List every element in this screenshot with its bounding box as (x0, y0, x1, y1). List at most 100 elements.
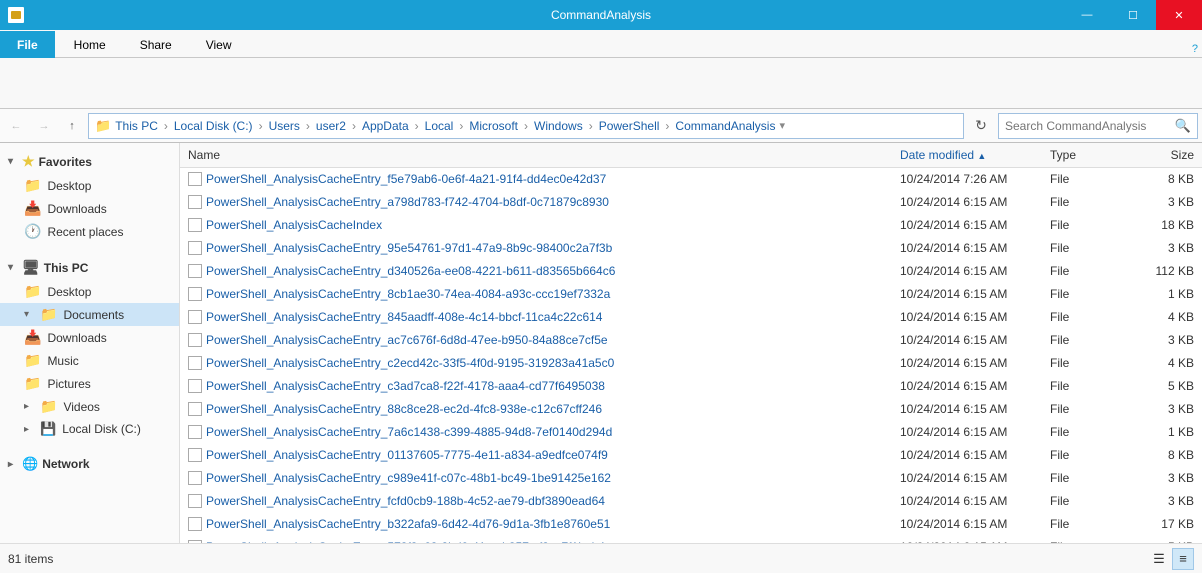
tab-view[interactable]: View (189, 31, 249, 58)
table-row[interactable]: PowerShell_AnalysisCacheIndex 10/24/2014… (180, 214, 1202, 237)
col-header-name[interactable]: Name (180, 145, 892, 165)
file-type: File (1042, 537, 1122, 543)
breadcrumb-users[interactable]: Users (269, 119, 300, 133)
file-icon (188, 195, 202, 209)
sidebar-item-videos[interactable]: 📁 Videos (0, 395, 179, 418)
statusbar: 81 items ☰ ≡ (0, 543, 1202, 573)
file-name: PowerShell_AnalysisCacheEntry_8cb1ae30-7… (180, 284, 892, 304)
file-icon (188, 241, 202, 255)
disk-icon: 💾 (40, 421, 56, 437)
table-row[interactable]: PowerShell_AnalysisCacheEntry_ac7c676f-6… (180, 329, 1202, 352)
table-row[interactable]: PowerShell_AnalysisCacheEntry_7a6c1438-c… (180, 421, 1202, 444)
file-type: File (1042, 468, 1122, 488)
favorites-header[interactable]: ★ Favorites (0, 149, 179, 174)
file-size: 17 KB (1122, 514, 1202, 534)
search-input[interactable] (1005, 119, 1171, 133)
file-type: File (1042, 422, 1122, 442)
breadcrumb-localdisk[interactable]: Local Disk (C:) (174, 119, 253, 133)
file-icon (188, 517, 202, 531)
table-row[interactable]: PowerShell_AnalysisCacheEntry_a798d783-f… (180, 191, 1202, 214)
title-icons (8, 7, 24, 23)
minimize-button[interactable]: — (1064, 0, 1110, 30)
table-row[interactable]: PowerShell_AnalysisCacheEntry_b322afa9-6… (180, 513, 1202, 536)
table-row[interactable]: PowerShell_AnalysisCacheEntry_c2ecd42c-3… (180, 352, 1202, 375)
breadcrumb-local[interactable]: Local (425, 119, 454, 133)
file-name: PowerShell_AnalysisCacheEntry_88c8ce28-e… (180, 399, 892, 419)
table-row[interactable]: PowerShell_AnalysisCacheEntry_573f3a63-8… (180, 536, 1202, 543)
breadcrumb-microsoft[interactable]: Microsoft (469, 119, 518, 133)
table-row[interactable]: PowerShell_AnalysisCacheEntry_01137605-7… (180, 444, 1202, 467)
network-chevron (8, 459, 18, 470)
thispc-section: 🖥 This PC 📁 Desktop 📁 Documents 📥 Downlo… (0, 255, 179, 440)
table-row[interactable]: PowerShell_AnalysisCacheEntry_845aadff-4… (180, 306, 1202, 329)
folder-download-icon: 📥 (24, 200, 41, 217)
file-name: PowerShell_AnalysisCacheEntry_c989e41f-c… (180, 468, 892, 488)
network-icon: 🌐 (22, 456, 38, 472)
address-bar[interactable]: 📁 This PC › Local Disk (C:) › Users › us… (88, 113, 964, 139)
table-row[interactable]: PowerShell_AnalysisCacheEntry_95e54761-9… (180, 237, 1202, 260)
back-button[interactable]: ← (4, 114, 28, 138)
table-row[interactable]: PowerShell_AnalysisCacheEntry_c3ad7ca8-f… (180, 375, 1202, 398)
file-name: PowerShell_AnalysisCacheEntry_c3ad7ca8-f… (180, 376, 892, 396)
table-row[interactable]: PowerShell_AnalysisCacheEntry_c989e41f-c… (180, 467, 1202, 490)
table-row[interactable]: PowerShell_AnalysisCacheEntry_f5e79ab6-0… (180, 168, 1202, 191)
network-header[interactable]: 🌐 Network (0, 452, 179, 476)
table-row[interactable]: PowerShell_AnalysisCacheEntry_88c8ce28-e… (180, 398, 1202, 421)
search-box[interactable]: 🔍 (998, 113, 1198, 139)
breadcrumb-commandanalysis[interactable]: CommandAnalysis (675, 119, 775, 133)
breadcrumb-user2[interactable]: user2 (316, 119, 346, 133)
col-header-date[interactable]: Date modified ▲ (892, 145, 1042, 165)
up-button[interactable]: ↑ (60, 114, 84, 138)
sidebar-item-localdisk[interactable]: 💾 Local Disk (C:) (0, 418, 179, 440)
tab-share[interactable]: Share (123, 31, 189, 58)
table-row[interactable]: PowerShell_AnalysisCacheEntry_8cb1ae30-7… (180, 283, 1202, 306)
sidebar: ★ Favorites 📁 Desktop 📥 Downloads 🕐 Rece… (0, 143, 180, 543)
sidebar-item-pictures[interactable]: 📁 Pictures (0, 372, 179, 395)
table-row[interactable]: PowerShell_AnalysisCacheEntry_fcfd0cb9-1… (180, 490, 1202, 513)
file-icon (188, 218, 202, 232)
tab-home[interactable]: Home (57, 31, 123, 58)
file-name: PowerShell_AnalysisCacheEntry_845aadff-4… (180, 307, 892, 327)
sidebar-item-music[interactable]: 📁 Music (0, 349, 179, 372)
file-name: PowerShell_AnalysisCacheEntry_01137605-7… (180, 445, 892, 465)
file-size: 3 KB (1122, 491, 1202, 511)
folder-icon: 📁 (40, 306, 57, 323)
forward-button[interactable]: → (32, 114, 56, 138)
file-name: PowerShell_AnalysisCacheIndex (180, 215, 892, 235)
sidebar-label: Music (47, 354, 78, 368)
file-date: 10/24/2014 6:15 AM (892, 215, 1042, 235)
sidebar-label: Videos (63, 400, 99, 414)
sidebar-spacer2 (0, 442, 179, 450)
breadcrumb-dropdown[interactable]: ▾ (779, 119, 785, 132)
close-button[interactable]: ✕ (1156, 0, 1202, 30)
breadcrumb-thispc[interactable]: This PC (115, 119, 158, 133)
sidebar-item-downloads-pc[interactable]: 📥 Downloads (0, 326, 179, 349)
col-header-size[interactable]: Size (1122, 145, 1202, 165)
table-row[interactable]: PowerShell_AnalysisCacheEntry_d340526a-e… (180, 260, 1202, 283)
thispc-label: This PC (44, 261, 89, 275)
tab-file[interactable]: File (0, 31, 55, 58)
file-icon (188, 356, 202, 370)
file-icon (188, 287, 202, 301)
titlebar: CommandAnalysis — ☐ ✕ (0, 0, 1202, 30)
sidebar-item-documents[interactable]: 📁 Documents (0, 303, 179, 326)
file-size: 18 KB (1122, 215, 1202, 235)
refresh-button[interactable]: ↻ (968, 113, 994, 139)
list-view-button[interactable]: ≡ (1172, 548, 1194, 570)
help-button[interactable]: ? (1192, 43, 1198, 55)
breadcrumb-appdata[interactable]: AppData (362, 119, 409, 133)
file-size: 3 KB (1122, 238, 1202, 258)
maximize-button[interactable]: ☐ (1110, 0, 1156, 30)
breadcrumb-windows[interactable]: Windows (534, 119, 583, 133)
file-type: File (1042, 238, 1122, 258)
col-header-type[interactable]: Type (1042, 145, 1122, 165)
file-date: 10/24/2014 6:15 AM (892, 284, 1042, 304)
file-type: File (1042, 261, 1122, 281)
details-view-button[interactable]: ☰ (1148, 548, 1170, 570)
sidebar-item-downloads-fav[interactable]: 📥 Downloads (0, 197, 179, 220)
sidebar-item-desktop-fav[interactable]: 📁 Desktop (0, 174, 179, 197)
breadcrumb-powershell[interactable]: PowerShell (599, 119, 660, 133)
sidebar-item-desktop-pc[interactable]: 📁 Desktop (0, 280, 179, 303)
thispc-header[interactable]: 🖥 This PC (0, 255, 179, 280)
sidebar-item-recent[interactable]: 🕐 Recent places (0, 220, 179, 243)
